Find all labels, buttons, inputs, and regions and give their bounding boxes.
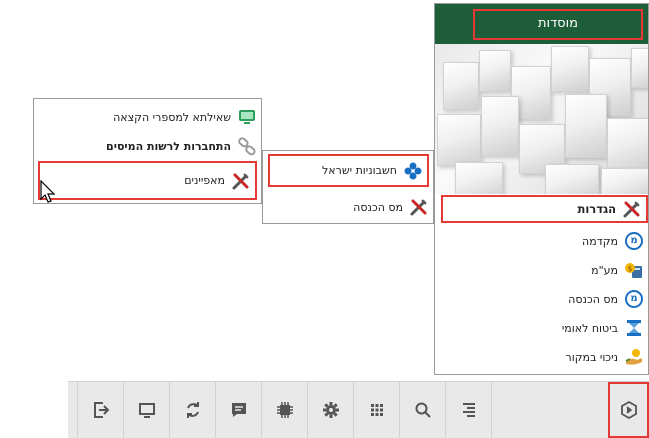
settings-button[interactable] (307, 382, 353, 438)
menu-item-settings[interactable]: הגדרות (441, 195, 648, 223)
menu-item-label: חשבוניות ישראל (322, 164, 397, 177)
menu-item-vat[interactable]: $ מע"מ (591, 256, 648, 284)
menu-item-label: מע"מ (591, 263, 618, 277)
menu-item-israel-invoices[interactable]: חשבוניות ישראל (268, 154, 429, 187)
list-icon (462, 403, 475, 417)
menu-item-properties[interactable]: מאפיינים (38, 161, 257, 200)
refresh-icon (186, 402, 199, 418)
menu-item-label: התחברות לרשות המיסים (106, 139, 231, 153)
chip-icon (276, 402, 293, 418)
menu-arrow-icon (620, 400, 637, 420)
menu-item-label: מס הכנסה (353, 200, 403, 214)
chat-icon (231, 403, 246, 417)
logout-icon (93, 402, 109, 418)
hand-money-icon (624, 347, 644, 367)
modules-button[interactable] (261, 382, 307, 438)
display-button[interactable] (123, 382, 169, 438)
monitor-icon (138, 403, 155, 418)
messages-button[interactable] (215, 382, 261, 438)
list-button[interactable] (445, 382, 491, 438)
bottom-toolbar (68, 381, 649, 438)
m-circle-icon: מ (624, 289, 644, 309)
menu-item-tax-authority-connect[interactable]: התחברות לרשות המיסים (106, 132, 261, 160)
monitor-icon (237, 107, 257, 127)
blue-diamond-icon (403, 161, 423, 181)
menu-item-income-tax-settings[interactable]: מס הכנסה (353, 193, 433, 221)
tools-icon (409, 197, 429, 217)
menu-item-income-tax[interactable]: מ מס הכנסה (568, 285, 648, 313)
menu-item-national-insurance[interactable]: ביטוח לאומי (562, 314, 648, 342)
header-banner-image (435, 44, 648, 194)
menu-item-label: ביטוח לאומי (561, 321, 618, 335)
menu-item-label: הגדרות (577, 202, 616, 216)
hourglass-icon (624, 318, 644, 338)
main-menu-title: מוסדות (473, 9, 643, 40)
logout-button[interactable] (77, 382, 123, 438)
menu-item-label: מקדמה (582, 234, 618, 248)
search-icon (415, 402, 431, 418)
mouse-cursor-icon (40, 180, 56, 203)
israel-invoices-submenu: שאילתא למספרי הקצאה התחברות לרשות המיסים… (33, 98, 262, 204)
search-button[interactable] (399, 382, 445, 438)
main-menu-button[interactable] (608, 382, 649, 438)
gear-icon (322, 402, 339, 418)
m-circle-icon: מ (624, 231, 644, 251)
settings-submenu: חשבוניות ישראל מס הכנסה (262, 150, 434, 224)
main-menu-header: מוסדות (435, 4, 648, 44)
blank-button[interactable] (491, 382, 537, 438)
menu-item-label: מאפיינים (184, 174, 225, 187)
refresh-button[interactable] (169, 382, 215, 438)
main-menu-panel: מוסדות הגדרות מ מקדמה $ מע"מ מ מס הכנסה … (434, 3, 649, 375)
menu-item-label: מס הכנסה (568, 292, 618, 306)
menu-item-advance[interactable]: מ מקדמה (582, 227, 648, 255)
menu-item-allocation-query[interactable]: שאילתא למספרי הקצאה (113, 103, 261, 131)
svg-text:$: $ (628, 265, 632, 273)
menu-item-withholding[interactable]: ניכוי במקור (566, 343, 648, 371)
tools-icon (622, 199, 642, 219)
link-icon (237, 136, 257, 156)
calculator-money-icon: $ (624, 260, 644, 280)
grid-icon (370, 404, 383, 416)
apps-grid-button[interactable] (353, 382, 399, 438)
menu-item-label: ניכוי במקור (565, 350, 618, 364)
tools-icon (231, 171, 251, 191)
menu-item-label: שאילתא למספרי הקצאה (113, 110, 231, 124)
